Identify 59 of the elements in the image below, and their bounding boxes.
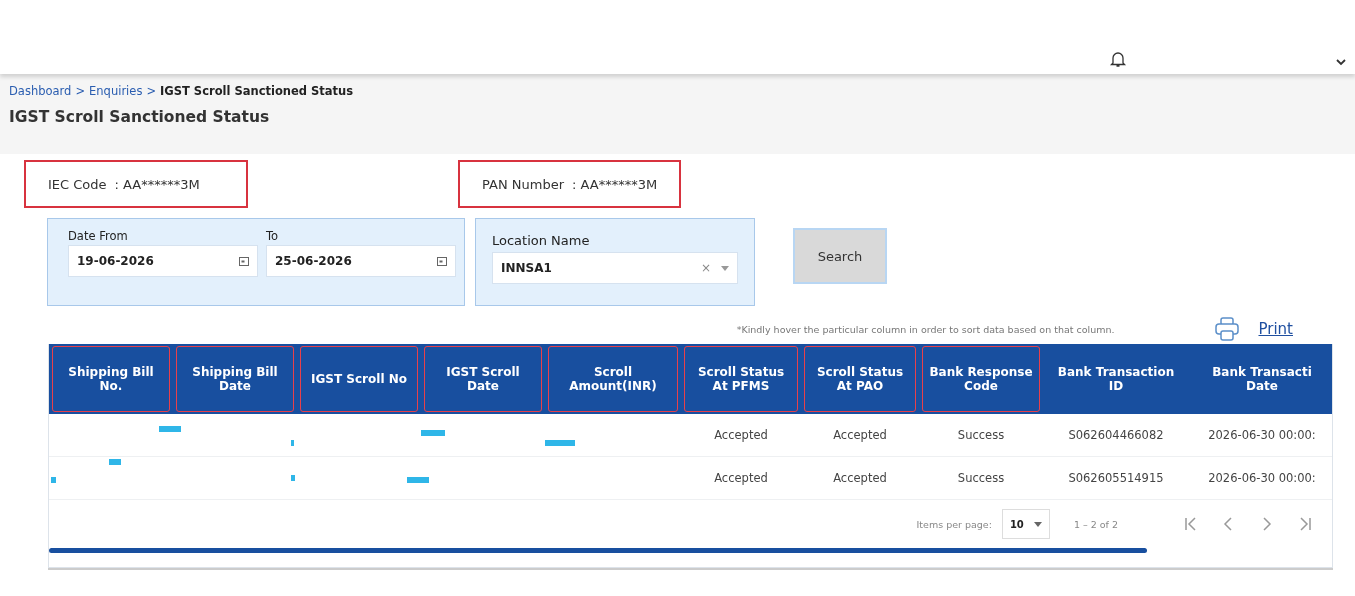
sort-hint-text: *Kindly hover the particular column in order to sort data based on that column. <box>736 323 1115 335</box>
dropdown-arrow-icon[interactable] <box>1033 521 1042 527</box>
redaction-mark <box>407 477 429 483</box>
clear-button[interactable]: × <box>700 261 711 275</box>
column-header[interactable]: Bank Response Code <box>922 346 1040 412</box>
table-cell: 2026-06-30 00:00: <box>1208 471 1316 485</box>
field-label: Date From <box>68 229 129 243</box>
column-header[interactable]: Bank Transaction ID <box>1046 346 1186 412</box>
table-cell: 2026-06-30 00:00: <box>1208 428 1316 442</box>
table-cell: Success <box>957 428 1005 442</box>
table-cell: S062604466082 <box>1068 428 1164 442</box>
info-value: : AA******3M <box>572 176 658 192</box>
breadcrumb-item[interactable]: Enquiries <box>89 84 143 98</box>
info-label: PAN Number <box>482 176 564 192</box>
page-title: IGST Scroll Sanctioned Status <box>9 108 271 126</box>
redaction-mark <box>159 426 181 432</box>
location-select[interactable]: INNSA1 × <box>492 252 738 284</box>
column-header[interactable]: IGST Scroll No <box>300 346 418 412</box>
table-cell: S062605514915 <box>1068 471 1164 485</box>
horizontal-scrollbar[interactable] <box>49 548 1147 553</box>
field-label: Location Name <box>492 233 591 248</box>
breadcrumb-item[interactable]: Dashboard <box>9 84 72 98</box>
redaction-mark <box>291 475 295 481</box>
print-link[interactable]: Print <box>1252 320 1293 338</box>
field-label: To <box>266 229 280 243</box>
info-label: IEC Code <box>48 176 107 192</box>
table-cell: Accepted <box>714 471 768 485</box>
page-size-select[interactable]: 10 <box>1001 509 1050 539</box>
column-header[interactable]: Bank Transacti Date <box>1192 346 1332 412</box>
table-cell: Accepted <box>714 428 768 442</box>
page-range: 1 – 2 of 2 <box>1073 518 1118 530</box>
search-button[interactable]: Search <box>793 228 887 284</box>
info-value: : AA******3M <box>114 176 200 192</box>
items-per-page-label: Items per page: <box>916 518 992 530</box>
breadcrumb-item: IGST Scroll Sanctioned Status <box>160 84 354 98</box>
column-header[interactable]: Shipping Bill No. <box>52 346 170 412</box>
calendar-icon[interactable] <box>239 256 249 266</box>
redaction-mark <box>109 459 121 465</box>
date-field[interactable]: 25-06-2026 <box>266 245 456 277</box>
column-header[interactable]: Shipping Bill Date <box>176 346 294 412</box>
column-header[interactable]: Scroll Status At PAO <box>804 346 916 412</box>
table-cell: Accepted <box>833 428 887 442</box>
table-cell: Accepted <box>833 471 887 485</box>
chevron-down-icon[interactable] <box>1335 56 1347 68</box>
breadcrumb-separator: > <box>146 84 156 98</box>
column-header[interactable]: IGST Scroll Date <box>424 346 542 412</box>
date-field[interactable]: 19-06-2026 <box>68 245 258 277</box>
notification-bell-icon[interactable] <box>1109 50 1127 68</box>
breadcrumb-separator: > <box>75 84 86 98</box>
table-cell: Success <box>957 471 1005 485</box>
redaction-mark <box>545 440 575 446</box>
printer-icon[interactable] <box>1214 316 1241 342</box>
redaction-mark <box>291 440 294 446</box>
redaction-mark <box>421 430 445 436</box>
column-header[interactable]: Scroll Status At PFMS <box>684 346 798 412</box>
column-header[interactable]: Scroll Amount(INR) <box>548 346 678 412</box>
calendar-icon[interactable] <box>437 256 447 266</box>
dropdown-arrow-icon[interactable] <box>721 265 729 271</box>
redaction-mark <box>51 477 56 483</box>
